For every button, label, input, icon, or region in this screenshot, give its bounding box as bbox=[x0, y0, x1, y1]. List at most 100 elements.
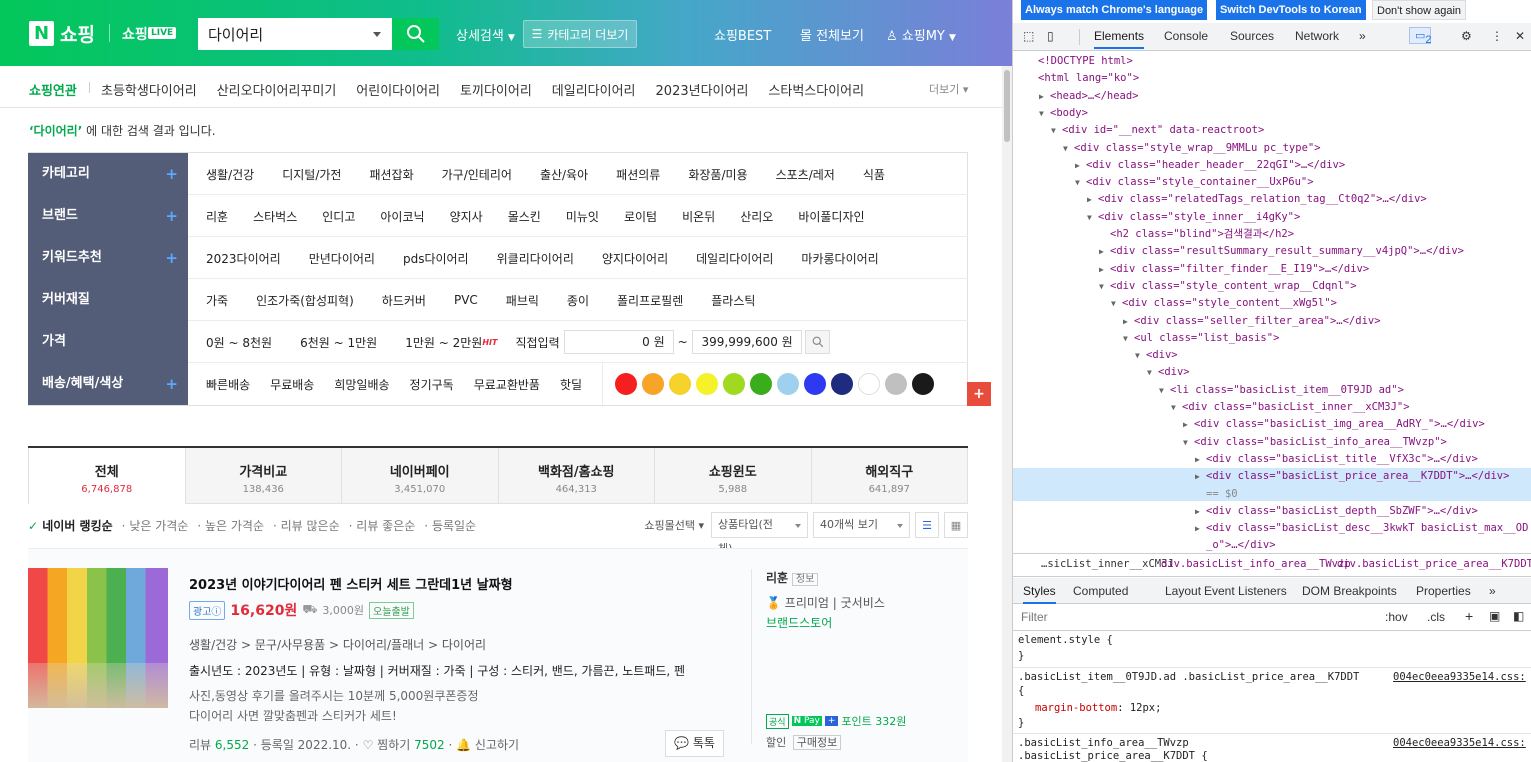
dom-node[interactable]: ▶ <div class="filter_finder__E_I19">…</di… bbox=[1099, 261, 1369, 278]
expand-arrow-icon[interactable]: ▶ bbox=[1099, 243, 1110, 260]
related-tag[interactable]: 산리오다이어리꾸미기 bbox=[217, 80, 337, 99]
filter-option[interactable]: 2023다이어리 bbox=[206, 250, 281, 267]
expand-arrow-icon[interactable]: ▶ bbox=[1075, 157, 1086, 174]
color-swatch[interactable] bbox=[696, 373, 719, 395]
filter-option[interactable]: 로이텀 bbox=[624, 208, 657, 225]
seller-info-button[interactable]: 정보 bbox=[791, 573, 819, 586]
dom-node[interactable]: ▶ <div class="header_header__22qGI">…</di… bbox=[1075, 157, 1345, 174]
gear-icon[interactable]: ⚙ bbox=[1461, 29, 1472, 43]
dom-node[interactable]: _o">…</div> bbox=[1195, 537, 1276, 553]
collapse-arrow-icon[interactable]: ▼ bbox=[1159, 382, 1170, 399]
collapse-arrow-icon[interactable]: ▼ bbox=[1135, 347, 1146, 364]
more-tabs-icon[interactable]: » bbox=[1489, 584, 1496, 598]
filter-option[interactable]: PVC bbox=[454, 293, 478, 307]
filter-option[interactable]: 0원 ~ 8천원 bbox=[206, 334, 272, 351]
tab-naver-pay[interactable]: 네이버페이 3,451,070 bbox=[342, 448, 499, 504]
zzim-label[interactable]: 찜하기 bbox=[377, 738, 410, 752]
filter-option[interactable]: 스타벅스 bbox=[253, 208, 297, 225]
plus-icon[interactable]: + bbox=[165, 237, 178, 279]
filter-option[interactable]: 1만원 ~ 2만원 bbox=[405, 334, 482, 351]
filter-option[interactable]: 정기구독 bbox=[410, 376, 454, 393]
dom-node[interactable]: ▶ <div class="resultSummary_result_summar… bbox=[1099, 243, 1464, 260]
css-rule-selector[interactable]: .basicList_price_area__K7DDT { bbox=[1018, 750, 1208, 762]
tab-all[interactable]: 전체 6,746,878 bbox=[28, 448, 186, 504]
tab-layout[interactable]: Layout bbox=[1165, 584, 1201, 598]
filter-option[interactable]: 패션의류 bbox=[616, 166, 660, 183]
dom-node[interactable]: ▼ <body> bbox=[1039, 105, 1088, 122]
chevron-down-icon[interactable] bbox=[373, 32, 381, 37]
dom-node[interactable]: ▼ <div class="basicList_info_area__TWvzp"… bbox=[1183, 434, 1447, 451]
color-swatch[interactable] bbox=[912, 373, 935, 395]
mall-select[interactable]: 쇼핑몰선택 ▾ bbox=[644, 517, 704, 533]
filter-option[interactable]: 빠른배송 bbox=[206, 376, 250, 393]
plus-icon[interactable]: + bbox=[165, 363, 178, 405]
collapse-arrow-icon[interactable]: ▼ bbox=[1075, 174, 1086, 191]
filter-option[interactable]: 비온뒤 bbox=[682, 208, 715, 225]
filter-option[interactable]: 위클리다이어리 bbox=[497, 250, 574, 267]
dom-node[interactable]: <html lang="ko"> bbox=[1027, 70, 1139, 87]
filter-option[interactable]: 화장품/미용 bbox=[688, 166, 747, 183]
collapse-arrow-icon[interactable]: ▼ bbox=[1111, 295, 1122, 312]
dom-node[interactable]: ▶ <div class="seller_filter_area">…</div> bbox=[1123, 313, 1381, 330]
color-swatch[interactable] bbox=[804, 373, 827, 395]
color-swatch[interactable] bbox=[858, 373, 881, 395]
heart-icon[interactable]: ♡ bbox=[363, 738, 374, 752]
tab-network[interactable]: Network bbox=[1295, 29, 1339, 43]
filter-option[interactable]: 핫딜 bbox=[560, 376, 582, 393]
breadcrumb-item[interactable]: div.basicList_info_area__TWvzp bbox=[1161, 558, 1351, 570]
collapse-arrow-icon[interactable]: ▼ bbox=[1171, 399, 1182, 416]
plus-icon[interactable]: + bbox=[165, 195, 178, 237]
collapse-arrow-icon[interactable]: ▼ bbox=[1087, 209, 1098, 226]
dont-show-button[interactable]: Don't show again bbox=[1372, 0, 1467, 20]
breadcrumb-item[interactable]: …sicList_inner__xCM3J bbox=[1041, 558, 1174, 570]
expand-arrow-icon[interactable]: ▶ bbox=[1039, 88, 1050, 105]
switch-korean-button[interactable]: Switch DevTools to Korean bbox=[1216, 0, 1366, 20]
expand-arrow-icon[interactable]: ▶ bbox=[1099, 261, 1110, 278]
page-scrollbar[interactable] bbox=[1002, 66, 1012, 762]
scrollbar-thumb[interactable] bbox=[1004, 70, 1010, 142]
tab-console[interactable]: Console bbox=[1164, 29, 1208, 43]
talktalk-button[interactable]: 💬 톡톡 bbox=[665, 730, 724, 757]
filter-option[interactable]: 양지다이어리 bbox=[602, 250, 668, 267]
collapse-arrow-icon[interactable]: ▼ bbox=[1123, 330, 1134, 347]
product-thumbnail[interactable] bbox=[28, 568, 168, 708]
dom-node[interactable]: ▼ <div class="basicList_inner__xCM3J"> bbox=[1171, 399, 1410, 416]
dom-node[interactable]: ▼ <div class="style_inner__i4gKy"> bbox=[1087, 209, 1300, 226]
filter-option[interactable]: 무료배송 bbox=[270, 376, 314, 393]
filter-option[interactable]: 만년다이어리 bbox=[309, 250, 375, 267]
dom-node[interactable]: <h2 class="blind">검색결과</h2> bbox=[1099, 226, 1294, 243]
color-swatch[interactable] bbox=[777, 373, 800, 395]
filter-option[interactable]: 아이코닉 bbox=[380, 208, 424, 225]
color-swatch[interactable] bbox=[723, 373, 746, 395]
filter-option[interactable]: 산리오 bbox=[740, 208, 773, 225]
filter-option[interactable]: 리훈 bbox=[206, 208, 228, 225]
filter-option[interactable]: 하드커버 bbox=[382, 292, 426, 309]
filter-option[interactable]: 식품 bbox=[863, 166, 885, 183]
naver-logo[interactable]: N bbox=[29, 21, 54, 46]
related-tag[interactable]: 토끼다이어리 bbox=[460, 80, 532, 99]
dom-node[interactable]: ▼ <div class="style_content_wrap__Cdqnl"> bbox=[1099, 278, 1357, 295]
tab-sources[interactable]: Sources bbox=[1230, 29, 1274, 43]
shopping-best-link[interactable]: 쇼핑BEST bbox=[714, 25, 771, 44]
expand-arrow-icon[interactable]: ▶ bbox=[1195, 520, 1206, 537]
expand-arrow-icon[interactable]: ▶ bbox=[1195, 503, 1206, 520]
dom-node[interactable]: ▼ <div class="style_content__xWg5l"> bbox=[1111, 295, 1337, 312]
seller-name[interactable]: 리훈 bbox=[766, 571, 788, 585]
hov-toggle[interactable]: :hov bbox=[1385, 610, 1408, 624]
ad-badge[interactable]: 광고ⓘ bbox=[189, 600, 226, 620]
filter-option[interactable]: 가죽 bbox=[206, 292, 228, 309]
category-more-button[interactable]: ☰ 카테고리 더보기 bbox=[523, 20, 637, 48]
dom-node[interactable]: ▼ <div> bbox=[1147, 364, 1190, 381]
expand-arrow-icon[interactable]: ▶ bbox=[1195, 468, 1206, 485]
all-malls-link[interactable]: 몰 전체보기 bbox=[800, 25, 864, 44]
dom-node[interactable]: ▶ <div class="basicList_title__VfX3c">…</… bbox=[1195, 451, 1478, 468]
dom-node[interactable]: ▼ <div id="__next" data-reactroot> bbox=[1051, 122, 1264, 139]
css-source-link[interactable]: 004ec0eea9335e14.css: bbox=[1393, 671, 1526, 683]
collapse-arrow-icon[interactable]: ▼ bbox=[1039, 105, 1050, 122]
filter-expand-button[interactable]: + bbox=[967, 382, 991, 406]
filter-option[interactable]: 바이풀디자인 bbox=[798, 208, 864, 225]
sort-option[interactable]: · 낮은 가격순 bbox=[122, 517, 189, 534]
filter-option[interactable]: 디지털/가전 bbox=[282, 166, 341, 183]
related-more-button[interactable]: 더보기 ▾ bbox=[929, 81, 968, 97]
kebab-menu-icon[interactable]: ⋮ bbox=[1491, 29, 1503, 43]
